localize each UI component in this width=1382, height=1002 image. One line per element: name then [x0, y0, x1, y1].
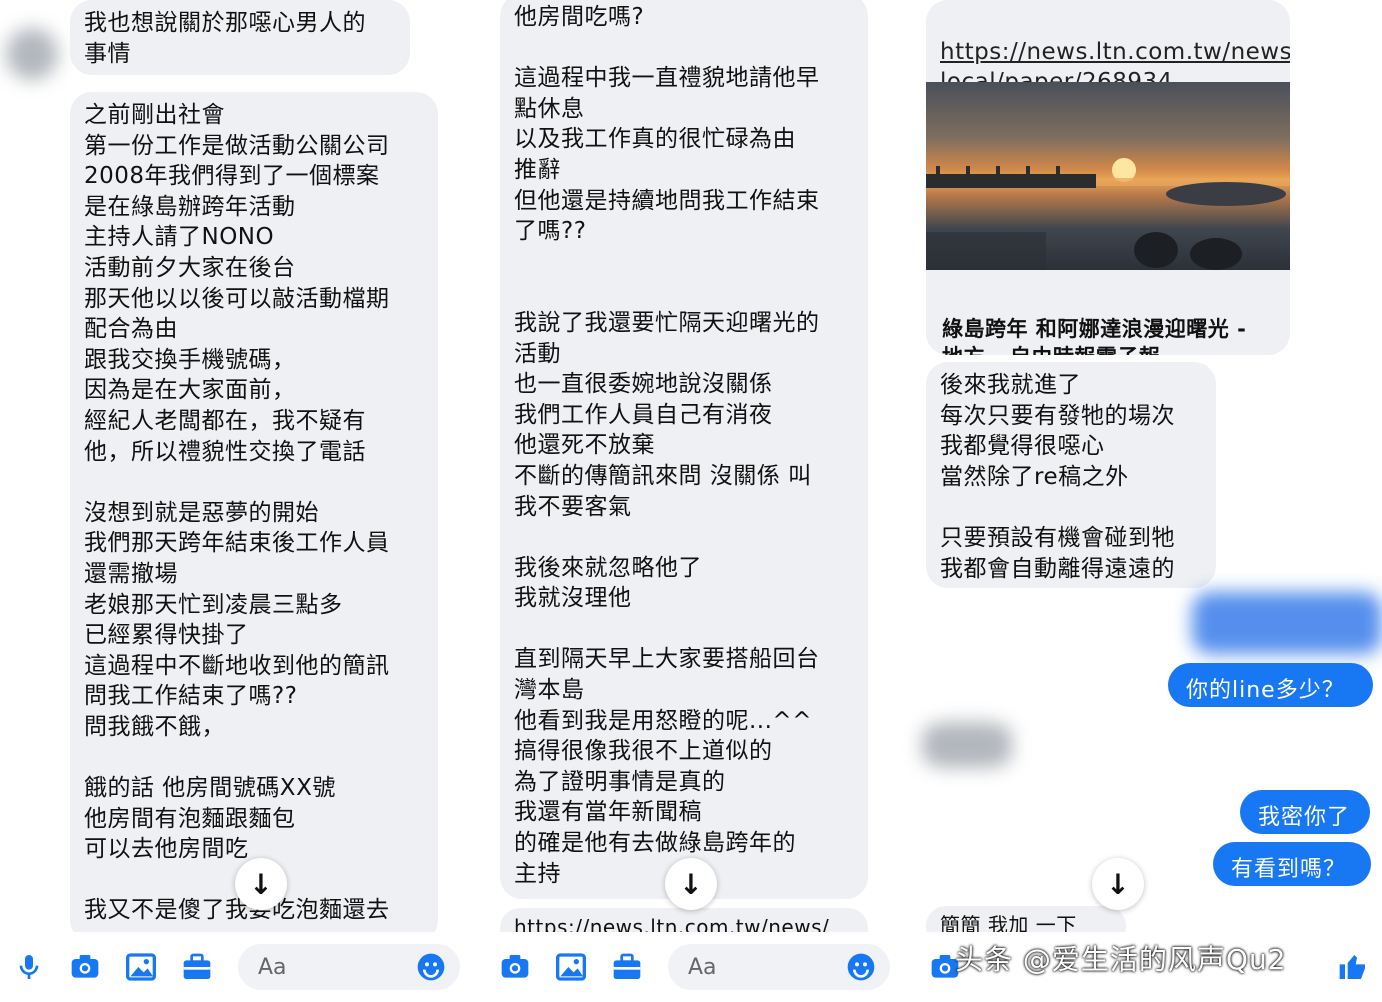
message-bubble: 他房間吃嗎? 這過程中我一直禮貌地請他早 點休息 以及我工作真的很忙碌為由 推辭…	[500, 0, 868, 899]
arrow-down-icon: ↓	[1106, 867, 1130, 901]
chat-panel-middle: 他房間吃嗎? 這過程中我一直禮貌地請他早 點休息 以及我工作真的很忙碌為由 推辭…	[470, 0, 900, 1002]
scroll-down-button[interactable]: ↓	[665, 858, 717, 910]
avatar	[6, 28, 58, 80]
avatar	[922, 722, 1012, 768]
microphone-icon[interactable]	[12, 950, 46, 984]
link-preview-title: 綠島跨年 和阿娜達浪漫迎曙光 - 地方 - 自由時報電子報	[942, 316, 1247, 355]
composer-bar: Aa	[470, 932, 900, 1002]
briefcase-icon[interactable]	[180, 950, 214, 984]
briefcase-icon[interactable]	[610, 950, 644, 984]
composer-bar: Aa	[0, 932, 470, 1002]
message-bubble: 我也想說關於那噁心男人的 事情	[70, 0, 410, 75]
emoji-icon[interactable]	[414, 950, 448, 984]
redacted-message	[1192, 592, 1382, 654]
arrow-down-icon: ↓	[249, 867, 273, 901]
scroll-down-button[interactable]: ↓	[235, 858, 287, 910]
camera-icon[interactable]	[68, 950, 102, 984]
link-preview-image[interactable]	[926, 82, 1290, 270]
message-bubble: 後來我就進了 每次只要有發牠的場次 我都覺得很噁心 當然除了re稿之外 只要預設…	[926, 362, 1216, 588]
arrow-down-icon: ↓	[679, 867, 703, 901]
scroll-down-button[interactable]: ↓	[1092, 858, 1144, 910]
image-icon[interactable]	[124, 950, 158, 984]
watermark: 头条 @爱生活的风声Qu2	[955, 943, 1287, 976]
message-bubble: 之前剛出社會 第一份工作是做活動公關公司 2008年我們得到了一個標案 是在綠島…	[70, 92, 438, 942]
like-icon[interactable]	[1336, 950, 1370, 984]
chat-panel-left: 我也想說關於那噁心男人的 事情 之前剛出社會 第一份工作是做活動公關公司 200…	[0, 0, 470, 1002]
emoji-icon[interactable]	[844, 950, 878, 984]
sunset-photo	[926, 158, 1290, 270]
outgoing-message: 有看到嗎？	[1213, 842, 1371, 886]
link-preview-title-bubble: 綠島跨年 和阿娜達浪漫迎曙光 - 地方 - 自由時報電子報	[926, 270, 1290, 355]
outgoing-message: 你的line多少？	[1168, 663, 1373, 707]
image-icon[interactable]	[554, 950, 588, 984]
outgoing-message: 我密你了	[1240, 790, 1370, 834]
camera-icon[interactable]	[498, 950, 532, 984]
